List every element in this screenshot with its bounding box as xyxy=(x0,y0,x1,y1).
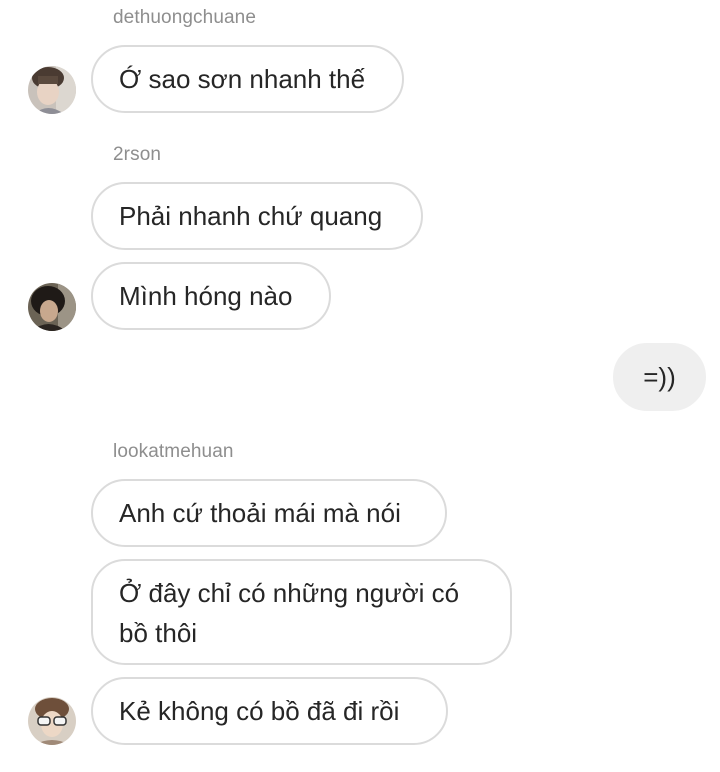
sender-name: 2rson xyxy=(113,144,162,165)
message-bubble[interactable]: Ở đây chỉ có những người có bồ thôi xyxy=(91,559,512,665)
avatar[interactable] xyxy=(28,283,76,331)
avatar[interactable] xyxy=(28,697,76,745)
avatar[interactable] xyxy=(28,66,76,114)
user-avatar-icon xyxy=(28,283,76,331)
message-bubble[interactable]: Phải nhanh chứ quang xyxy=(91,182,423,250)
sender-name: lookatmehuan xyxy=(113,441,234,462)
outgoing-message-bubble[interactable]: =)) xyxy=(613,343,706,411)
user-avatar-icon xyxy=(28,697,76,745)
message-bubble[interactable]: Anh cứ thoải mái mà nói xyxy=(91,479,447,547)
message-bubble[interactable]: Ớ sao sơn nhanh thế xyxy=(91,45,404,113)
message-bubble[interactable]: Mình hóng nào xyxy=(91,262,331,330)
message-bubble[interactable]: Kẻ không có bồ đã đi rồi xyxy=(91,677,448,745)
user-avatar-icon xyxy=(28,66,76,114)
sender-name: dethuongchuane xyxy=(113,7,256,28)
